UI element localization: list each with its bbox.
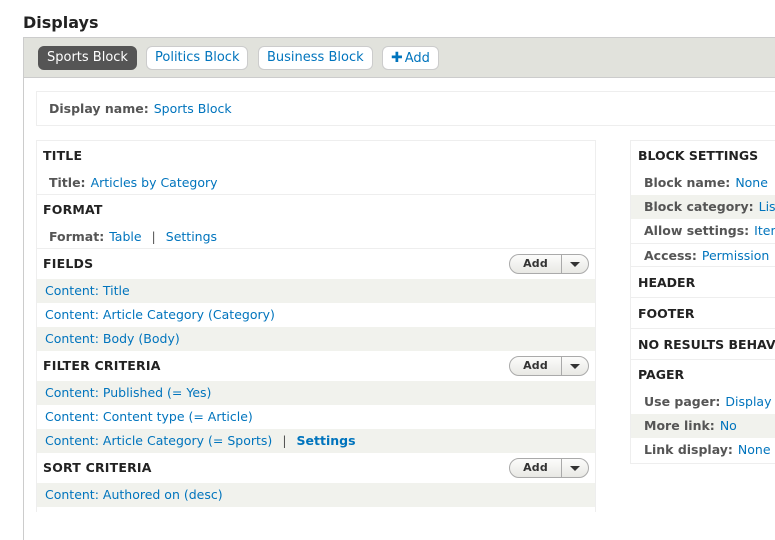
sort-add-button[interactable]: Add	[509, 458, 589, 478]
field-link[interactable]: Content: Body (Body)	[45, 331, 180, 346]
sort-add-dropdown[interactable]	[562, 459, 588, 477]
pager-row: Link display: None	[631, 438, 775, 462]
link-display-link[interactable]: None	[738, 442, 771, 457]
format-settings-link[interactable]: Settings	[166, 229, 217, 244]
field-item: Content: Title	[37, 279, 595, 303]
filter-item: Content: Content type (= Article)	[37, 405, 595, 429]
block-name-label: Block name:	[644, 175, 731, 190]
allow-settings-label: Allow settings:	[644, 223, 750, 238]
footer-section-heading[interactable]: FOOTER	[631, 298, 775, 329]
title-section-heading: TITLE	[43, 148, 83, 163]
sort-section-heading: SORT CRITERIA Add	[37, 453, 595, 483]
sort-item: Content: Authored on (desc)	[37, 483, 595, 507]
format-label: Format:	[49, 229, 105, 244]
more-link-link[interactable]: No	[720, 418, 737, 433]
add-display-label: Add	[404, 51, 430, 66]
filter-item: Content: Article Category (= Sports) | Set…	[37, 429, 595, 453]
block-category-link[interactable]: Lists (Views)	[759, 199, 775, 214]
use-pager-link[interactable]: Display a specified number of items	[725, 394, 775, 409]
filter-add-button[interactable]: Add	[509, 356, 589, 376]
display-name-label: Display name:	[49, 101, 149, 116]
filter-link[interactable]: Content: Content type (= Article)	[45, 409, 253, 424]
chevron-down-icon	[570, 465, 580, 471]
pager-row: More link: No	[631, 414, 775, 438]
fields-add-label[interactable]: Add	[510, 255, 562, 273]
field-link[interactable]: Content: Title	[45, 283, 130, 298]
sort-add-label[interactable]: Add	[510, 459, 562, 477]
access-link[interactable]: Permission	[702, 248, 769, 263]
fields-section-heading: FIELDS Add	[37, 249, 595, 279]
pager-section-heading: PAGER	[638, 367, 685, 382]
filter-separator: |	[282, 433, 287, 448]
page-title: Displays	[23, 13, 99, 32]
chevron-down-icon	[570, 261, 580, 267]
display-tabs: Sports Block Politics Block Business Blo…	[24, 38, 775, 78]
chevron-down-icon	[570, 363, 580, 369]
sort-heading: SORT CRITERIA	[43, 460, 152, 475]
no-results-section-heading[interactable]: NO RESULTS BEHAVIOR	[631, 329, 775, 360]
filter-link[interactable]: Content: Article Category (= Sports)	[45, 433, 272, 448]
block-setting-row: Access: Permission	[631, 243, 775, 267]
title-label: Title:	[49, 175, 86, 190]
use-pager-label: Use pager:	[644, 394, 721, 409]
plus-icon: ✚	[391, 50, 403, 66]
sort-link[interactable]: Content: Authored on (desc)	[45, 487, 223, 502]
display-name-link[interactable]: Sports Block	[154, 101, 232, 116]
block-settings-heading: BLOCK SETTINGS	[638, 148, 759, 163]
block-name-link[interactable]: None	[735, 175, 768, 190]
block-setting-row: Block category: Lists (Views)	[631, 195, 775, 219]
format-separator: |	[151, 229, 156, 244]
field-item: Content: Article Category (Category)	[37, 303, 595, 327]
format-section-heading: FORMAT	[43, 202, 103, 217]
filter-item: Content: Published (= Yes)	[37, 381, 595, 405]
block-settings-column: BLOCK SETTINGS Block name: None Block cat…	[630, 140, 775, 464]
header-section-heading[interactable]: HEADER	[631, 267, 775, 298]
field-link[interactable]: Content: Article Category (Category)	[45, 307, 275, 322]
block-setting-row: Block name: None	[631, 171, 775, 195]
link-display-label: Link display:	[644, 442, 733, 457]
pager-row: Use pager: Display a specified number of …	[631, 390, 775, 414]
format-table-link[interactable]: Table	[109, 229, 141, 244]
title-link[interactable]: Articles by Category	[91, 175, 218, 190]
filter-settings-link[interactable]: Settings	[297, 433, 356, 448]
displays-panel: Sports Block Politics Block Business Blo…	[23, 37, 775, 540]
block-category-label: Block category:	[644, 199, 754, 214]
fields-add-dropdown[interactable]	[562, 255, 588, 273]
field-item: Content: Body (Body)	[37, 327, 595, 351]
main-settings-column: TITLE Title: Articles by Category FORMAT …	[36, 140, 596, 512]
block-setting-row: Allow settings: Items per page	[631, 219, 775, 243]
access-label: Access:	[644, 248, 697, 263]
allow-settings-link[interactable]: Items per page	[754, 223, 775, 238]
display-name-row: Display name: Sports Block	[36, 91, 775, 126]
tab-sports-block[interactable]: Sports Block	[38, 46, 137, 70]
title-row: Title: Articles by Category	[37, 171, 595, 195]
filter-add-label[interactable]: Add	[510, 357, 562, 375]
more-link-label: More link:	[644, 418, 715, 433]
filter-heading: FILTER CRITERIA	[43, 358, 161, 373]
filter-add-dropdown[interactable]	[562, 357, 588, 375]
add-display-button[interactable]: ✚ Add	[382, 46, 439, 70]
tab-politics-block[interactable]: Politics Block	[146, 46, 249, 70]
format-row: Format: Table | Settings	[37, 225, 595, 249]
fields-heading: FIELDS	[43, 256, 94, 271]
tab-business-block[interactable]: Business Block	[258, 46, 373, 70]
fields-add-button[interactable]: Add	[509, 254, 589, 274]
filter-link[interactable]: Content: Published (= Yes)	[45, 385, 211, 400]
filter-section-heading: FILTER CRITERIA Add	[37, 351, 595, 381]
